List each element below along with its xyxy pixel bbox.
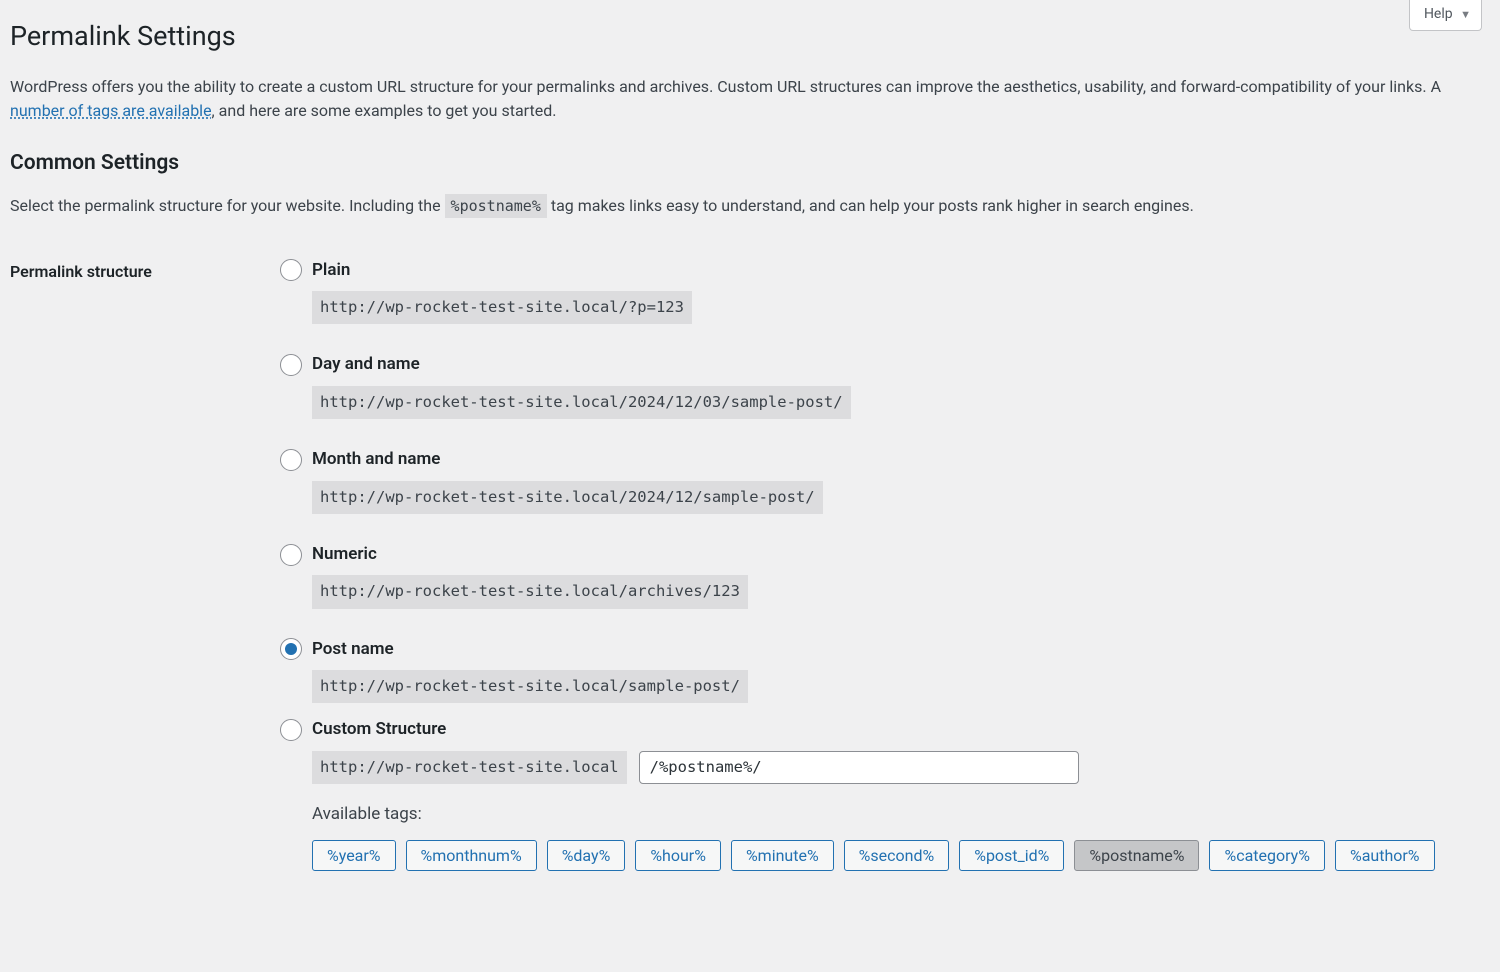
permalink-option-custom-label: Custom Structure: [312, 717, 446, 743]
permalink-option-month-name-radio[interactable]: [280, 449, 302, 471]
permalink-option-numeric-radio[interactable]: [280, 544, 302, 566]
permalink-option-post-name-example: http://wp-rocket-test-site.local/sample-…: [312, 670, 748, 703]
permalink-option-plain-radio[interactable]: [280, 259, 302, 281]
permalink-option-custom-block: Custom Structure http://wp-rocket-test-s…: [280, 717, 1485, 870]
help-tab[interactable]: Help ▼: [1409, 0, 1482, 31]
tag-button-year[interactable]: %year%: [312, 840, 396, 871]
permalink-option-month-name-example: http://wp-rocket-test-site.local/2024/12…: [312, 481, 823, 514]
sub-intro-after: tag makes links easy to understand, and …: [547, 196, 1194, 215]
permalink-option-day-name-radio[interactable]: [280, 354, 302, 376]
tag-button-author[interactable]: %author%: [1335, 840, 1435, 871]
permalink-option-plain-label: Plain: [312, 258, 350, 284]
permalink-option-plain-example: http://wp-rocket-test-site.local/?p=123: [312, 291, 692, 324]
intro-text-after: , and here are some examples to get you …: [212, 101, 557, 120]
tag-button-postname[interactable]: %postname%: [1074, 840, 1199, 871]
permalink-option-month-name-block: Month and name http://wp-rocket-test-site…: [280, 447, 1485, 514]
common-settings-description: Select the permalink structure for your …: [10, 194, 1485, 218]
postname-code-tag: %postname%: [445, 194, 547, 218]
permalink-option-day-name-block: Day and name http://wp-rocket-test-site.l…: [280, 352, 1485, 419]
available-tags-label: Available tags:: [312, 802, 1485, 828]
tag-button-day[interactable]: %day%: [547, 840, 626, 871]
permalink-option-day-name-example: http://wp-rocket-test-site.local/2024/12…: [312, 386, 851, 419]
tag-button-monthnum[interactable]: %monthnum%: [406, 840, 537, 871]
intro-text-before: WordPress offers you the ability to crea…: [10, 77, 1441, 96]
permalink-option-month-name-label: Month and name: [312, 447, 440, 473]
permalink-option-post-name-radio[interactable]: [280, 638, 302, 660]
sub-intro-before: Select the permalink structure for your …: [10, 196, 445, 215]
permalink-option-numeric-block: Numeric http://wp-rocket-test-site.local/…: [280, 542, 1485, 609]
chevron-down-icon: ▼: [1460, 8, 1471, 21]
permalink-option-post-name-block: Post name http://wp-rocket-test-site.loca…: [280, 637, 1485, 704]
permalink-structure-label: Permalink structure: [10, 258, 280, 885]
tag-button-hour[interactable]: %hour%: [635, 840, 721, 871]
tag-button-second[interactable]: %second%: [844, 840, 950, 871]
permalink-option-numeric-example: http://wp-rocket-test-site.local/archive…: [312, 575, 748, 608]
permalink-option-custom-radio[interactable]: [280, 719, 302, 741]
tag-button-category[interactable]: %category%: [1209, 840, 1324, 871]
permalink-option-day-name-label: Day and name: [312, 352, 420, 378]
page-title: Permalink Settings: [10, 14, 1485, 57]
permalink-option-plain-block: Plain http://wp-rocket-test-site.local/?p…: [280, 258, 1485, 325]
permalink-option-post-name-label: Post name: [312, 637, 394, 663]
tags-available-link[interactable]: number of tags are available: [10, 101, 212, 120]
permalink-option-numeric-label: Numeric: [312, 542, 377, 568]
tag-button-post-id[interactable]: %post_id%: [959, 840, 1064, 871]
tag-button-minute[interactable]: %minute%: [731, 840, 834, 871]
custom-structure-input[interactable]: [639, 751, 1079, 784]
common-settings-heading: Common Settings: [10, 148, 1485, 180]
intro-paragraph: WordPress offers you the ability to crea…: [10, 75, 1485, 125]
custom-structure-base-url: http://wp-rocket-test-site.local: [312, 751, 627, 784]
help-tab-label: Help: [1424, 6, 1453, 22]
